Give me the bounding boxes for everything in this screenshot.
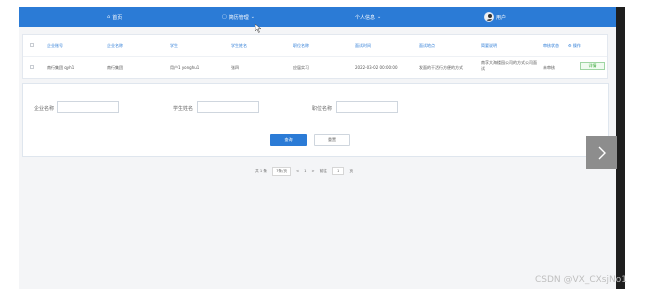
nav-resume-label: 简历管理	[228, 14, 249, 21]
table-cell: 发面的干活行方便的方式	[419, 65, 463, 70]
header-cell: 职位名称	[293, 43, 309, 48]
header-cell: 学生姓名	[231, 43, 247, 48]
goto-label: 前往	[319, 168, 327, 173]
pagination: 共 1 条 7条/页 < 1 > 前往 1 页	[255, 166, 353, 176]
header-cell: 面试地点	[419, 43, 435, 48]
table-row: 南行集团 qyh1 南行集团 用户1 yonghu1 张四 应届实习 2022-…	[23, 57, 607, 77]
app-window: ⌂ 首页 ▢ 简历管理 ⌄ 个人信息 ⌄ 用户 企业账号 企业名称 学生 学生姓…	[19, 7, 616, 289]
company-name-label: 企业名称	[34, 106, 55, 112]
student-name-input[interactable]	[197, 101, 259, 113]
user-menu[interactable]: 用户	[484, 7, 506, 27]
header-cell: 简要说明	[481, 43, 497, 48]
table-header: 企业账号 企业名称 学生 学生姓名 职位名称 面试时间 面试地点 简要说明 审核…	[23, 35, 607, 55]
position-name-input[interactable]	[336, 101, 398, 113]
screenshot-stage: ⌂ 首页 ▢ 简历管理 ⌄ 个人信息 ⌄ 用户 企业账号 企业名称 学生 学生姓…	[0, 0, 657, 294]
settings-icon: ⚙	[568, 43, 572, 48]
chevron-down-icon: ⌄	[377, 14, 382, 20]
goto-input[interactable]: 1	[331, 167, 345, 175]
nav-profile-label: 个人信息	[355, 14, 376, 21]
header-cell-action: ⚙ 操作	[568, 43, 581, 48]
resume-icon: ▢	[222, 14, 227, 20]
data-table: 企业账号 企业名称 学生 学生姓名 职位名称 面试时间 面试地点 简要说明 审核…	[22, 34, 608, 79]
nav-profile[interactable]: 个人信息 ⌄	[355, 7, 381, 27]
nav-home-label: 首页	[112, 14, 123, 21]
select-all-checkbox[interactable]	[30, 43, 34, 47]
table-cell: 南孚大海楼园公司的方式公司面试	[481, 60, 537, 71]
chevron-down-icon: ⌄	[250, 14, 255, 20]
header-cell: 面试时间	[355, 43, 371, 48]
page-size-select[interactable]: 7条/页	[272, 166, 292, 176]
position-name-label: 职位名称	[312, 106, 333, 112]
table-cell: 应届实习	[293, 65, 309, 70]
header-cell: 企业名称	[107, 43, 123, 48]
avatar	[484, 12, 494, 22]
student-name-label: 学生姓名	[173, 106, 194, 112]
table-cell: 南行集团 qyh1	[47, 65, 75, 70]
header-cell: 企业账号	[47, 43, 63, 48]
pagination-total: 共 1 条	[255, 168, 268, 173]
user-label: 用户	[496, 14, 507, 21]
next-slide-button[interactable]	[586, 136, 617, 169]
viewer-edge	[616, 7, 625, 289]
top-navbar: ⌂ 首页 ▢ 简历管理 ⌄ 个人信息 ⌄ 用户	[19, 7, 616, 27]
header-cell: 审核状态	[543, 43, 559, 48]
nav-home[interactable]: ⌂ 首页	[107, 7, 122, 27]
status-cell: 未审核	[543, 65, 555, 70]
page-number[interactable]: 1	[304, 169, 306, 173]
home-icon: ⌂	[107, 14, 111, 20]
search-button[interactable]: 查询	[270, 134, 307, 146]
search-form: 企业名称 学生姓名 职位名称 查询 重置	[22, 83, 609, 157]
table-cell: 南行集团	[107, 65, 123, 70]
mouse-cursor-icon	[255, 24, 261, 33]
nav-resume[interactable]: ▢ 简历管理 ⌄	[222, 7, 255, 27]
company-name-input[interactable]	[57, 101, 119, 113]
header-cell: 学生	[170, 43, 178, 48]
prev-page-button[interactable]: <	[296, 169, 299, 173]
reset-button[interactable]: 重置	[314, 134, 350, 146]
next-page-button[interactable]: >	[312, 169, 315, 173]
table-cell: 张四	[231, 65, 239, 70]
chevron-right-icon	[598, 146, 606, 159]
table-cell: 2022-03-02 00:00:00	[355, 65, 398, 70]
table-cell: 用户1 yonghu1	[170, 65, 200, 70]
detail-button[interactable]: 详情	[580, 62, 605, 70]
page-suffix: 页	[349, 168, 354, 173]
watermark: CSDN @VX_CXsjNo1	[535, 275, 627, 285]
row-checkbox[interactable]	[30, 65, 34, 69]
